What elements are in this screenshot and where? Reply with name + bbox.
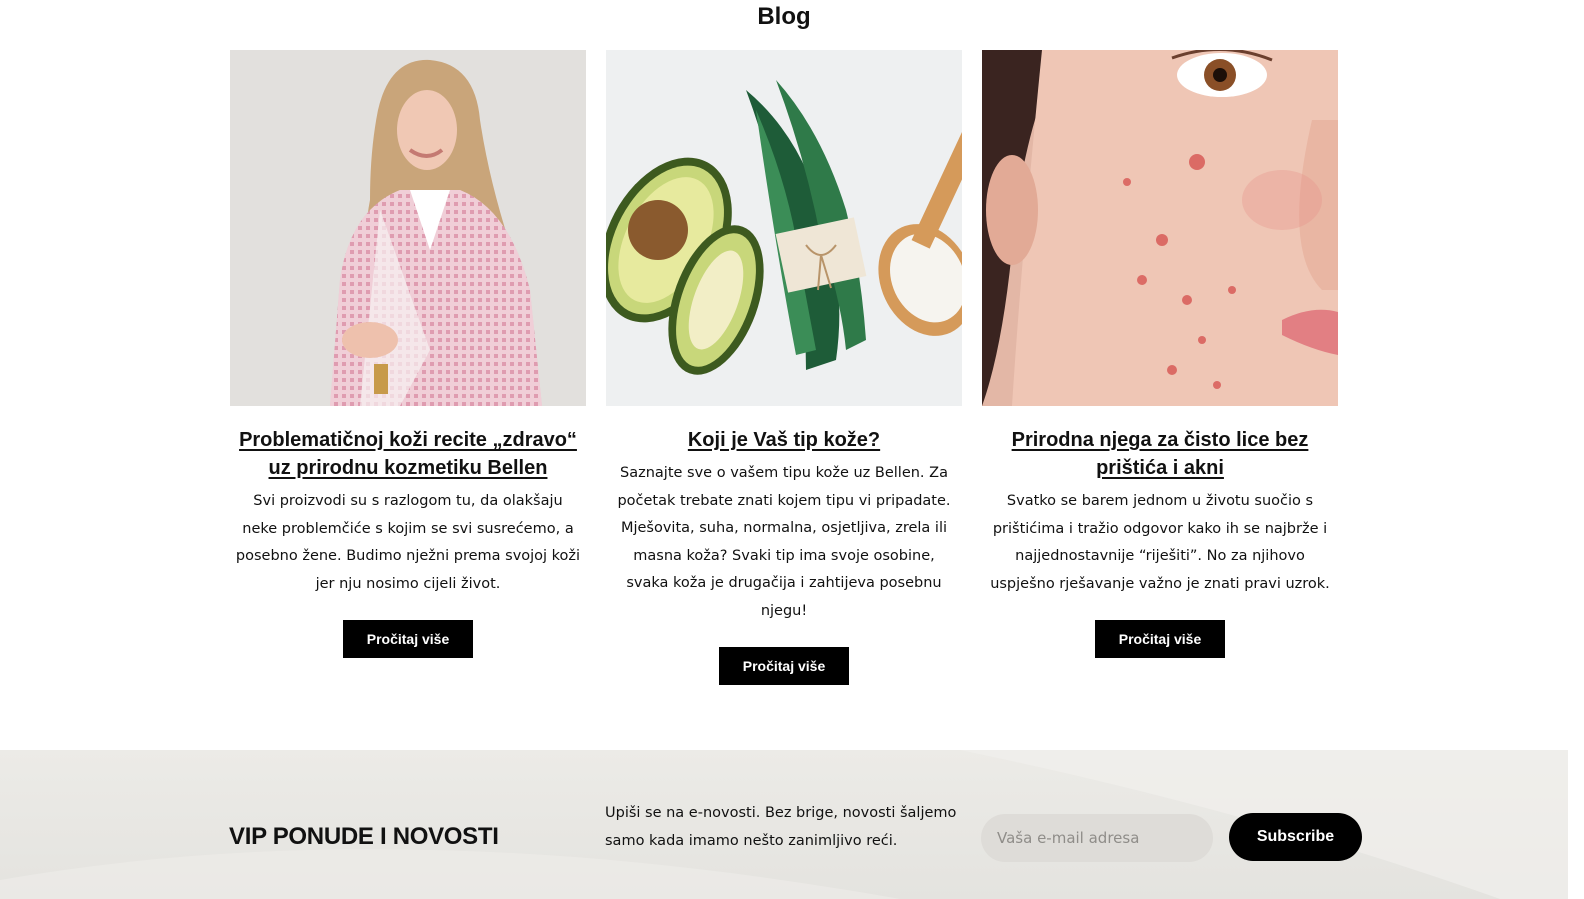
blog-card: Problematičnoj koži recite „zdravo“ uz p…	[230, 50, 586, 658]
post-excerpt: Svatko se barem jednom u životu suočio s…	[990, 493, 1330, 592]
post-image-woman[interactable]	[230, 50, 586, 406]
page-scrollbar[interactable]	[1568, 0, 1584, 899]
subscribe-button[interactable]: Subscribe	[1229, 813, 1362, 861]
blog-card: Prirodna njega za čisto lice bez prištić…	[982, 50, 1338, 658]
blog-card: Koji je Vaš tip kože? Saznajte sve o vaš…	[606, 50, 962, 685]
post-excerpt: Saznajte sve o vašem tipu kože uz Bellen…	[617, 465, 951, 619]
newsletter-description: Upiši se na e-novosti. Bez brige, novost…	[605, 805, 957, 849]
post-image-avocado[interactable]	[606, 50, 962, 406]
post-excerpt: Svi proizvodi su s razlogom tu, da olakš…	[235, 493, 581, 592]
newsletter-section: VIP PONUDE I NOVOSTI Upiši se na e-novos…	[0, 750, 1568, 899]
post-title-link[interactable]: Problematičnoj koži recite „zdravo“ uz p…	[230, 426, 586, 482]
post-title-link[interactable]: Koji je Vaš tip kože?	[606, 426, 962, 454]
post-image-face-acne[interactable]	[982, 50, 1338, 406]
read-more-button[interactable]: Pročitaj više	[1095, 620, 1225, 658]
read-more-button[interactable]: Pročitaj više	[719, 647, 849, 685]
read-more-button[interactable]: Pročitaj više	[343, 620, 473, 658]
blog-heading: Blog	[757, 3, 811, 30]
post-title-link[interactable]: Prirodna njega za čisto lice bez prištić…	[982, 426, 1338, 482]
email-input[interactable]	[981, 814, 1213, 862]
blog-cards: Problematičnoj koži recite „zdravo“ uz p…	[230, 50, 1338, 685]
newsletter-title: VIP PONUDE I NOVOSTI	[229, 823, 499, 850]
